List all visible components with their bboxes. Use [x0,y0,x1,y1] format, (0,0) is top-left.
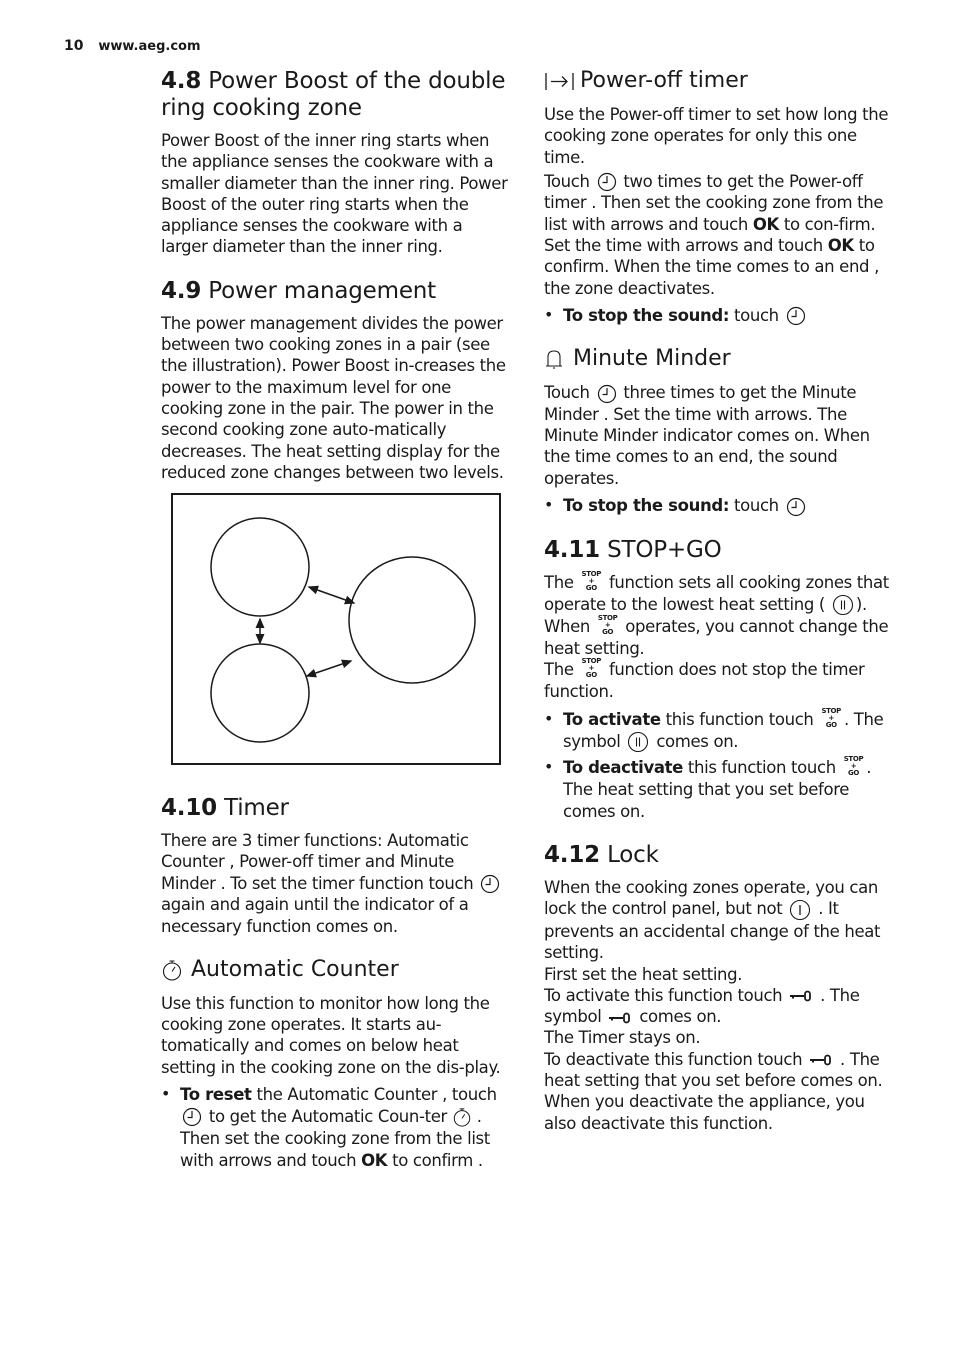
page-header: 10 www.aeg.com [64,38,201,54]
power-sharing-arrow [307,585,356,605]
on-off-icon [790,899,811,921]
stop-go-icon: STOP + GO [597,614,618,637]
stop-go-icon: STOP + GO [821,706,841,729]
bullet-list: To reset the Automatic Counter , touch t… [161,1083,513,1171]
subsection-body: Use this function to monitor how long th… [161,993,501,1077]
timer-clock-icon [597,173,616,192]
list-item: To stop the sound: touch [544,304,896,327]
lock-key-icon [810,1054,832,1066]
subsection-heading: Minute Minder [544,346,896,372]
section-body: The power management divides the power b… [161,313,506,482]
section-heading: 4.11 STOP+GO [544,536,722,563]
stopwatch-icon [162,960,182,981]
section-4-9: 4.9 Power management The power managemen… [161,278,513,483]
section-body: There are 3 timer functions: Automatic C… [161,830,513,937]
stop-go-icon: STOP + GO [581,569,602,592]
bullet-list: To stop the sound: touch [544,304,896,327]
stopwatch-icon [453,1108,471,1127]
section-heading: 4.8 Power Boost of the double ring cooki… [161,68,506,121]
section-body: The STOP + GO function does not stop the t… [544,657,865,702]
website-url: www.aeg.com [98,39,201,54]
section-body: Power Boost of the inner ring starts whe… [161,131,508,257]
section-heading: 4.12 Lock [544,842,659,869]
bullet-list: To activate this function touch STOP+GO.… [544,706,896,823]
section-heading: 4.10 Timer [161,795,289,822]
section-body: The STOP + GO function sets all cooking zo… [544,569,896,617]
list-item: To reset the Automatic Counter , touch t… [161,1083,513,1171]
section-body: To activate this function touch . The sy… [544,985,860,1027]
subsection-body: Use the Power-off timer to set how long … [544,105,889,167]
bell-icon [546,350,562,369]
section-4-10: 4.10 Timer There are 3 timer functions: … [161,795,513,937]
power-off-timer-section: Power-off timer Use the Power-off timer … [544,68,896,326]
section-4-12: 4.12 Lock When the cooking zones operate… [544,842,896,1134]
subsection-body: Touch two times to get the Power-off tim… [544,171,884,298]
section-4-11: 4.11 STOP+GO The STOP + GO function sets a… [544,537,896,823]
cooking-zone-right [348,556,476,684]
power-off-timer-icon [545,73,574,90]
timer-clock-icon [182,1107,202,1127]
power-management-diagram [171,493,501,766]
list-item: To activate this function touch STOP+GO.… [544,706,896,754]
timer-clock-icon [786,497,805,516]
section-body: First set the heat setting. [544,964,743,984]
subsection-body: Touch three times to get the Minute Mind… [544,383,870,488]
automatic-counter-section: Automatic Counter Use this function to m… [161,957,513,1171]
timer-clock-icon [597,384,616,403]
left-column: 4.8 Power Boost of the double ring cooki… [161,68,513,1191]
right-column: Power-off timer Use the Power-off timer … [544,68,896,1154]
cooking-zone-top-left [210,517,310,617]
subsection-heading: Automatic Counter [161,957,513,983]
section-body: The Timer stays on. [544,1028,701,1048]
section-body: When STOP + GO operates, you cannot change… [544,614,889,659]
lock-key-icon [609,1012,631,1024]
minute-minder-section: Minute Minder Touch three times to get t… [544,346,896,516]
section-4-8: 4.8 Power Boost of the double ring cooki… [161,68,513,258]
timer-clock-icon [481,875,500,894]
section-body: When you deactivate the appliance, you a… [544,1092,865,1133]
power-sharing-arrow [305,659,353,678]
page-number: 10 [64,38,84,54]
section-heading: 4.9 Power management [161,277,436,304]
cooking-zone-bottom-left [210,643,310,743]
pause-heat-setting-icon [628,732,649,753]
pause-heat-setting-icon [832,595,853,616]
section-body: To deactivate this function touch . The … [544,1049,883,1091]
section-body: When the cooking zones operate, you can … [544,878,881,963]
list-item: To stop the sound: touch [544,494,896,517]
bullet-list: To stop the sound: touch [544,494,896,517]
stop-go-icon: STOP + GO [843,755,864,778]
stop-go-icon: STOP + GO [581,657,602,680]
lock-key-icon [790,990,812,1002]
subsection-heading: Power-off timer [544,68,896,94]
list-item: To deactivate this function touch STOP+G… [544,755,896,822]
timer-clock-icon [786,307,805,326]
